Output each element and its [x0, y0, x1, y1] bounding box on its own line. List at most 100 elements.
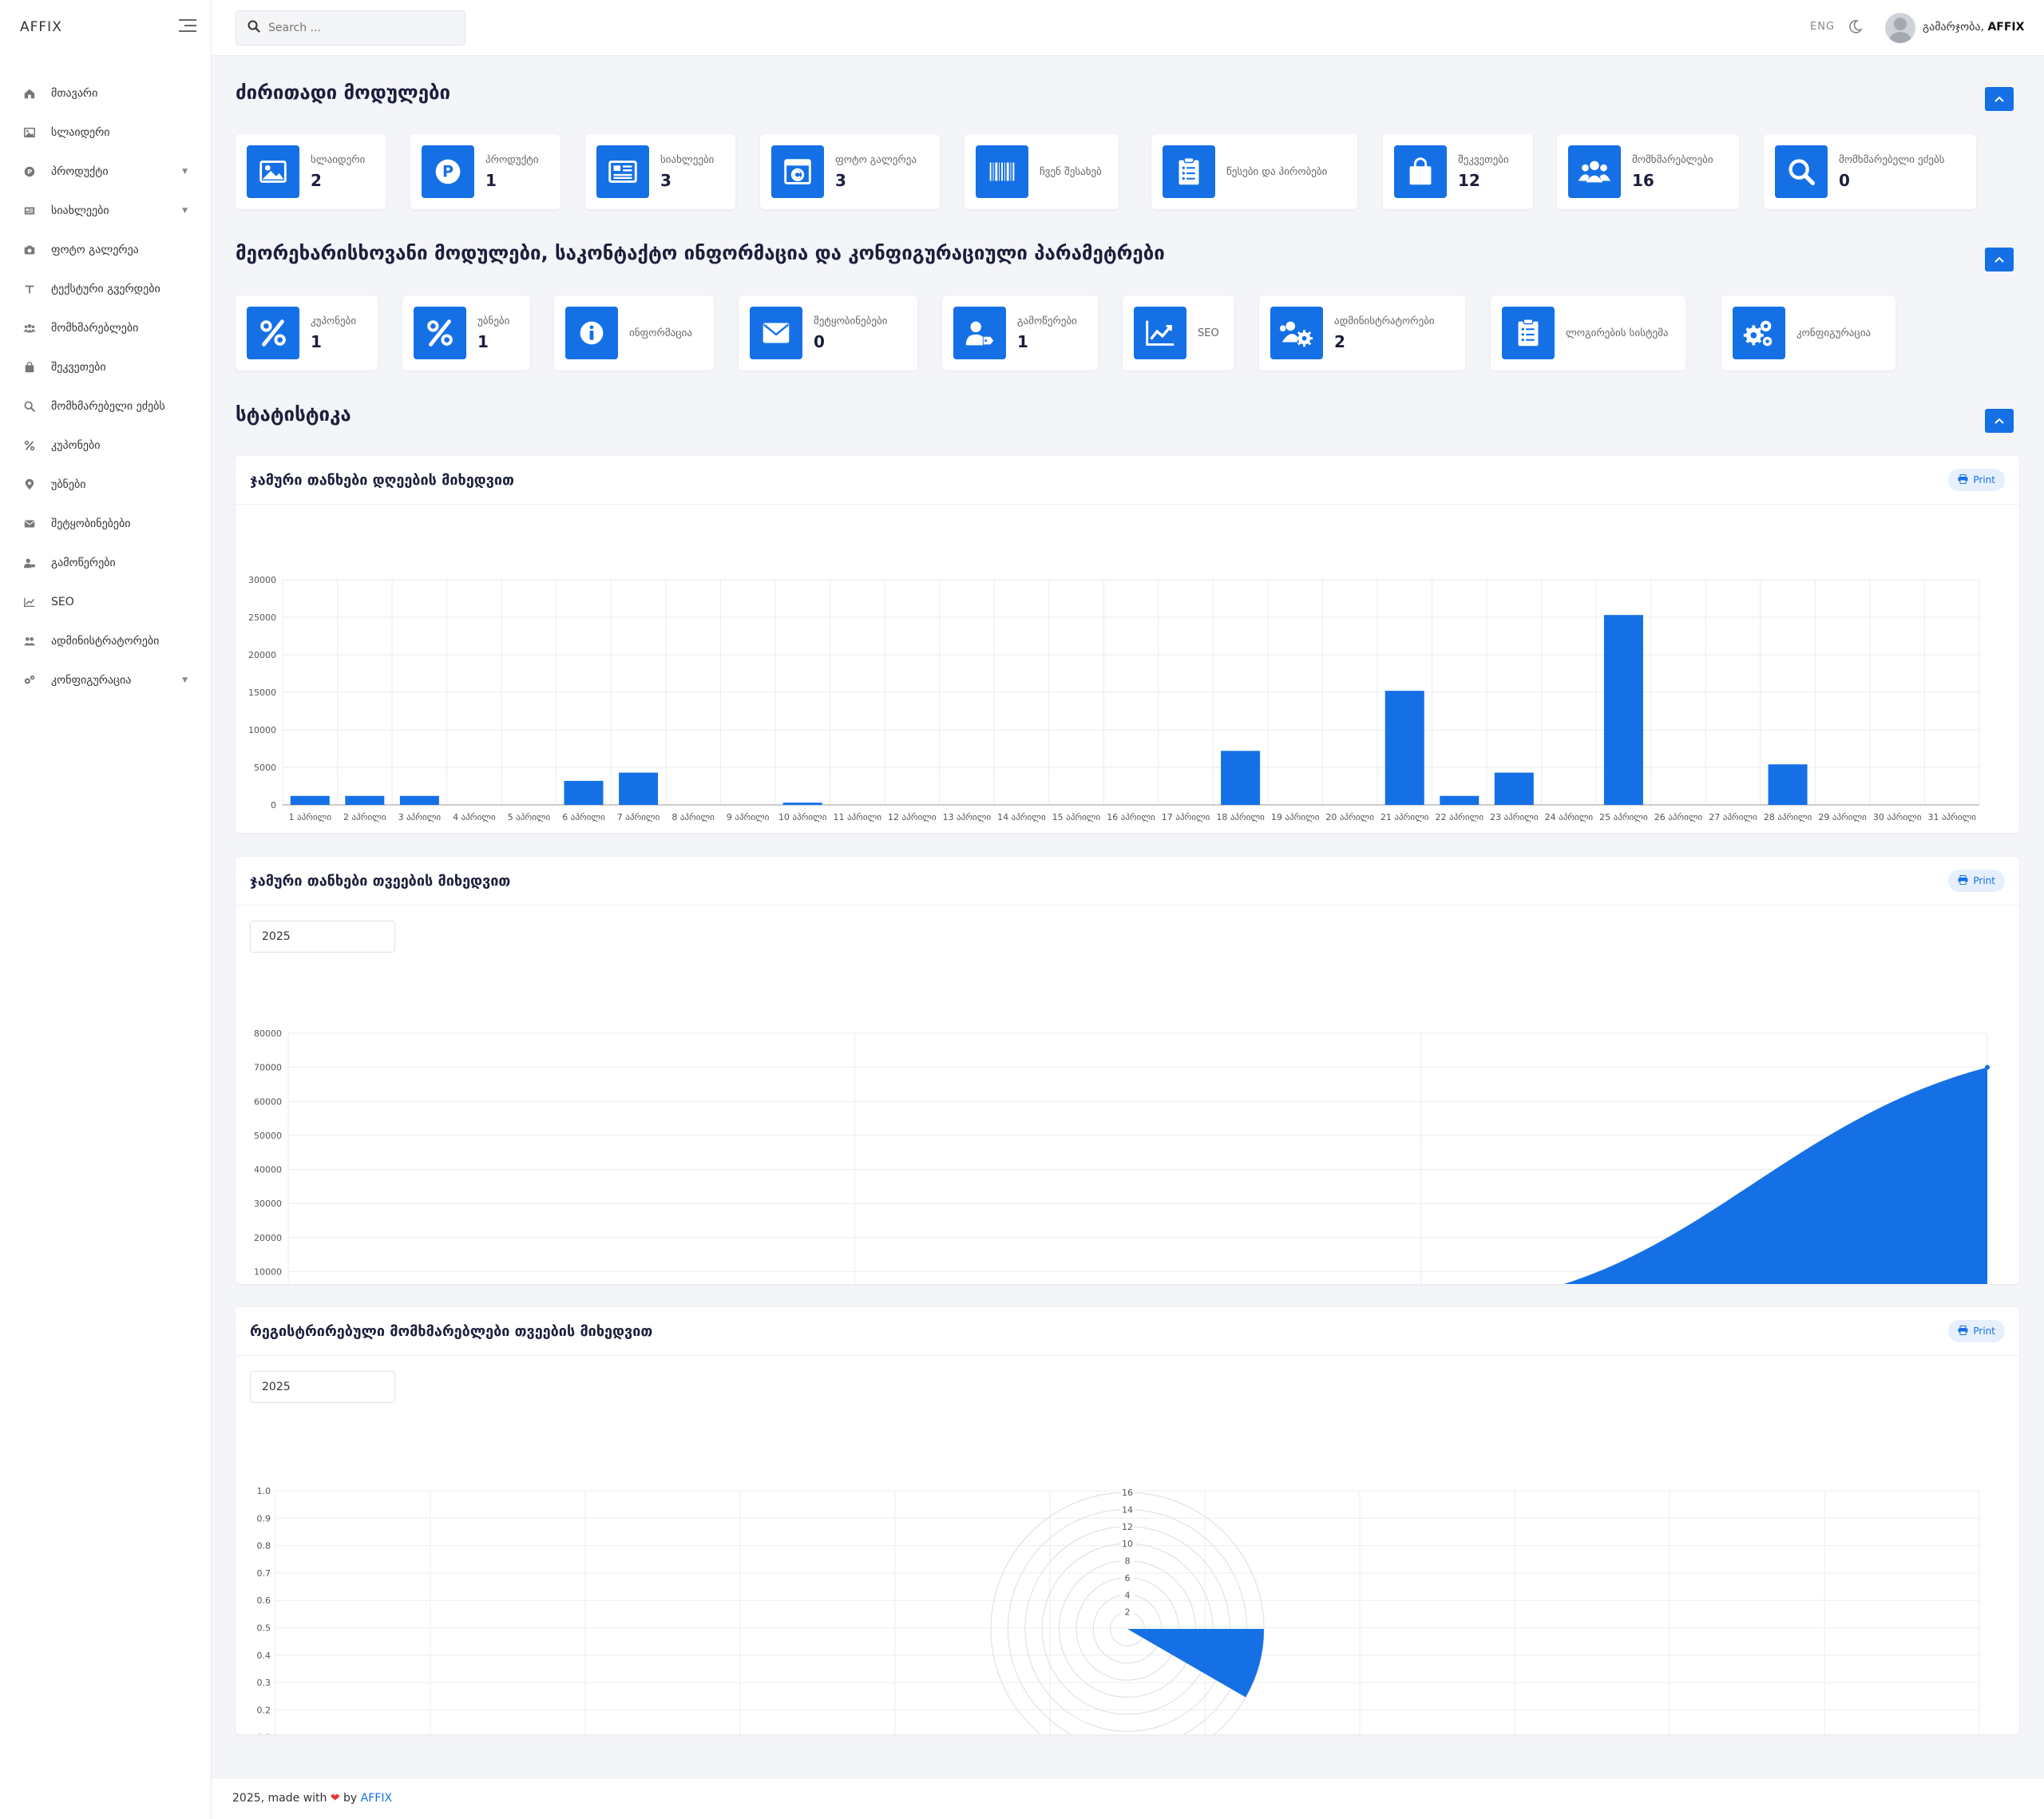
print-icon — [1958, 1325, 1968, 1338]
search-box[interactable] — [236, 10, 465, 46]
print-button[interactable]: Print — [1948, 870, 2005, 892]
search-icon — [248, 20, 260, 36]
gears-icon — [22, 673, 37, 688]
module-tile[interactable]: Pპროდუქტი 1 — [410, 134, 561, 209]
year-select[interactable]: 2025 — [250, 1371, 395, 1403]
y-tick-label: 0.7 — [257, 1568, 271, 1579]
menu-collapse-icon[interactable] — [179, 19, 196, 34]
tile-count: 1 — [311, 331, 322, 351]
sidebar-item[interactable]: მომხმარებელი ეძებს — [0, 386, 212, 426]
sidebar-item[interactable]: მთავარი — [0, 73, 212, 113]
brand-logo[interactable]: AFFIX — [20, 19, 62, 35]
module-tile[interactable]: სიახლეები 3 — [585, 134, 735, 209]
r-tick-label: 10 — [1122, 1539, 1133, 1549]
parking-icon: P — [422, 145, 474, 198]
module-tile[interactable]: უბნები 1 — [402, 295, 530, 371]
monthly-totals-card: ჯამური თანხები თვეების მიხედვით Print 20… — [236, 857, 2019, 1284]
avatar[interactable] — [1885, 13, 1915, 43]
sidebar-item[interactable]: სლაიდერი — [0, 113, 212, 152]
bar — [782, 802, 822, 805]
sidebar-item[interactable]: მომხმარებლები — [0, 308, 212, 347]
module-tile[interactable]: შეკვეთები 12 — [1383, 134, 1533, 209]
collapse-secondary-button[interactable] — [1985, 248, 2014, 271]
topbar: ENG გამარჯობა, AFFIX — [212, 0, 2044, 56]
x-tick-label: 1 აპრილი — [289, 812, 332, 822]
user-greeting[interactable]: გამარჯობა, AFFIX — [1923, 21, 2024, 34]
clipboard-list-icon — [1502, 307, 1555, 359]
tile-text: ჩვენ შესახებ — [1040, 166, 1102, 178]
search-icon — [1775, 145, 1828, 198]
sidebar-item[interactable]: შეკვეთები — [0, 347, 212, 386]
bar — [1384, 691, 1424, 805]
x-tick-label: 17 აპრილი — [1162, 812, 1210, 822]
x-tick-label: 5 აპრილი — [508, 812, 551, 822]
tile-label: კუპონები — [311, 315, 357, 327]
module-tile[interactable]: სლაიდერი 2 — [236, 134, 386, 209]
tile-label: წესები და პირობები — [1226, 165, 1328, 178]
tile-text: უბნები 1 — [477, 315, 509, 351]
print-button[interactable]: Print — [1948, 1320, 2005, 1342]
x-tick-label: 22 აპრილი — [1436, 812, 1484, 822]
shopping-bag-icon — [1394, 145, 1447, 198]
sidebar-item[interactable]: კონფიგურაცია ▼ — [0, 660, 212, 699]
sidebar-item[interactable]: უბნები — [0, 465, 212, 504]
x-tick-label: 19 აპრილი — [1271, 812, 1320, 822]
footer-brand-link[interactable]: AFFIX — [361, 1792, 392, 1805]
module-tile[interactable]: მომხმარებლები 16 — [1557, 134, 1739, 209]
print-button[interactable]: Print — [1948, 469, 2005, 491]
sidebar-item[interactable]: სიახლეები ▼ — [0, 191, 212, 230]
tile-text: შეკვეთები 12 — [1458, 154, 1509, 190]
statistics-title: სტატისტიკა — [236, 403, 351, 426]
tile-count: 16 — [1632, 170, 1654, 190]
collapse-main-button[interactable] — [1985, 87, 2014, 111]
y-tick-label: 20000 — [254, 1233, 282, 1243]
sidebar-item[interactable]: ადმინისტრატორები — [0, 621, 212, 660]
tile-text: კონფიგურაცია — [1796, 327, 1871, 339]
module-tile[interactable]: ჩვენ შესახებ — [965, 134, 1119, 209]
search-input[interactable] — [268, 22, 444, 34]
module-tile[interactable]: კუპონები 1 — [236, 295, 378, 371]
chevron-down-icon: ▼ — [182, 676, 188, 684]
year-select[interactable]: 2025 — [250, 921, 395, 953]
sidebar-item[interactable]: ტექსტური გვერდები — [0, 269, 212, 308]
news-icon — [596, 145, 649, 198]
module-tile[interactable]: გამოწერები 1 — [942, 295, 1098, 371]
x-tick-label: 6 აპრილი — [562, 812, 605, 822]
r-tick-label: 4 — [1125, 1590, 1131, 1600]
y-tick-label: 50000 — [254, 1131, 282, 1141]
collapse-statistics-button[interactable] — [1985, 409, 2014, 433]
moon-icon[interactable] — [1847, 18, 1864, 35]
x-tick-label: 11 აპრილი — [833, 812, 881, 822]
language-switch[interactable]: ENG — [1810, 21, 1835, 33]
heart-icon: ❤ — [330, 1792, 340, 1805]
footer-text: 2025, made with ❤ by AFFIX — [232, 1792, 392, 1805]
sidebar-item[interactable]: შეტყობინებები — [0, 504, 212, 543]
user-tag-icon — [953, 307, 1006, 359]
module-tile[interactable]: SEO — [1123, 295, 1234, 371]
module-tile[interactable]: წესები და პირობები — [1151, 134, 1357, 209]
area-series — [1563, 1067, 1987, 1284]
sidebar-item[interactable]: ფოტო გალერეა — [0, 230, 212, 269]
x-tick-label: 4 აპრილი — [453, 812, 496, 822]
footer-by: by — [343, 1792, 358, 1805]
tile-count: 12 — [1458, 170, 1480, 190]
barcode-icon — [976, 145, 1028, 198]
sidebar-item[interactable]: კუპონები — [0, 426, 212, 465]
module-tile[interactable]: კონფიგურაცია — [1721, 295, 1895, 371]
module-tile[interactable]: ინფორმაცია — [554, 295, 714, 371]
module-tile[interactable]: ადმინისტრატორები 2 — [1259, 295, 1465, 371]
main-modules-title: ძირითადი მოდულები — [236, 81, 451, 104]
module-tile[interactable]: ფოტო გალერეა 3 — [760, 134, 940, 209]
sidebar-item[interactable]: გამოწერები — [0, 543, 212, 582]
sidebar-item-label: ადმინისტრატორები — [51, 634, 160, 648]
module-tile[interactable]: შეტყობინებები 0 — [739, 295, 917, 371]
tile-text: გამოწერები 1 — [1017, 315, 1077, 351]
bar — [1603, 615, 1643, 805]
sidebar-item-label: სლაიდერი — [51, 125, 110, 139]
sidebar-item[interactable]: Pპროდუქტი ▼ — [0, 152, 212, 191]
module-tile[interactable]: მომხმარებელი ეძებს 0 — [1764, 134, 1976, 209]
sidebar-item[interactable]: SEO — [0, 582, 212, 621]
sidebar-item-label: მომხმარებელი ეძებს — [51, 399, 165, 413]
module-tile[interactable]: ლოგირების სისტემა — [1491, 295, 1686, 371]
x-tick-label: 3 აპრილი — [398, 812, 442, 822]
